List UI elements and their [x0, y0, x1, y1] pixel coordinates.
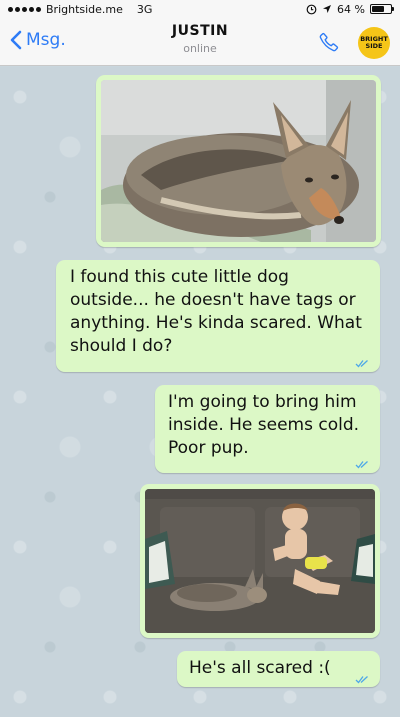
message-bubble[interactable]: He's all scared :( — [177, 651, 380, 687]
signal-strength-icon — [8, 6, 41, 12]
message-text: I'm going to bring him inside. He seems … — [168, 392, 360, 458]
battery-icon — [370, 4, 394, 14]
read-receipt-icon — [355, 676, 368, 684]
status-bar: Brightside.me 3G 64 % — [0, 0, 400, 18]
alarm-icon — [306, 4, 317, 14]
sofa-photo — [145, 489, 375, 633]
coyote-photo — [101, 80, 376, 242]
contact-status: online — [183, 42, 217, 55]
read-receipt-icon — [355, 461, 368, 469]
message-text: I found this cute little dog outside... … — [70, 267, 362, 356]
read-receipt-icon — [355, 360, 368, 368]
location-arrow-icon — [323, 5, 332, 13]
coyote-and-boy-image — [145, 489, 375, 633]
message-image[interactable] — [140, 484, 380, 638]
contact-info[interactable]: JUSTIN online — [0, 23, 400, 55]
phone-call-icon[interactable] — [318, 31, 340, 53]
message-text: He's all scared :( — [189, 658, 331, 678]
contact-name: JUSTIN — [171, 23, 229, 39]
coyote-image — [101, 80, 376, 242]
message-bubble[interactable]: I'm going to bring him inside. He seems … — [155, 385, 380, 473]
message-image[interactable] — [96, 75, 381, 247]
message-bubble[interactable]: I found this cute little dog outside... … — [56, 260, 380, 372]
chat-header: Msg. JUSTIN online BRIGHT SIDE — [0, 18, 400, 66]
carrier-name: Brightside.me — [46, 2, 123, 16]
network-type: 3G — [136, 2, 153, 16]
brightside-logo: BRIGHT SIDE — [358, 27, 390, 59]
message-list: I found this cute little dog outside... … — [0, 67, 400, 717]
battery-percent: 64 % — [337, 2, 365, 16]
